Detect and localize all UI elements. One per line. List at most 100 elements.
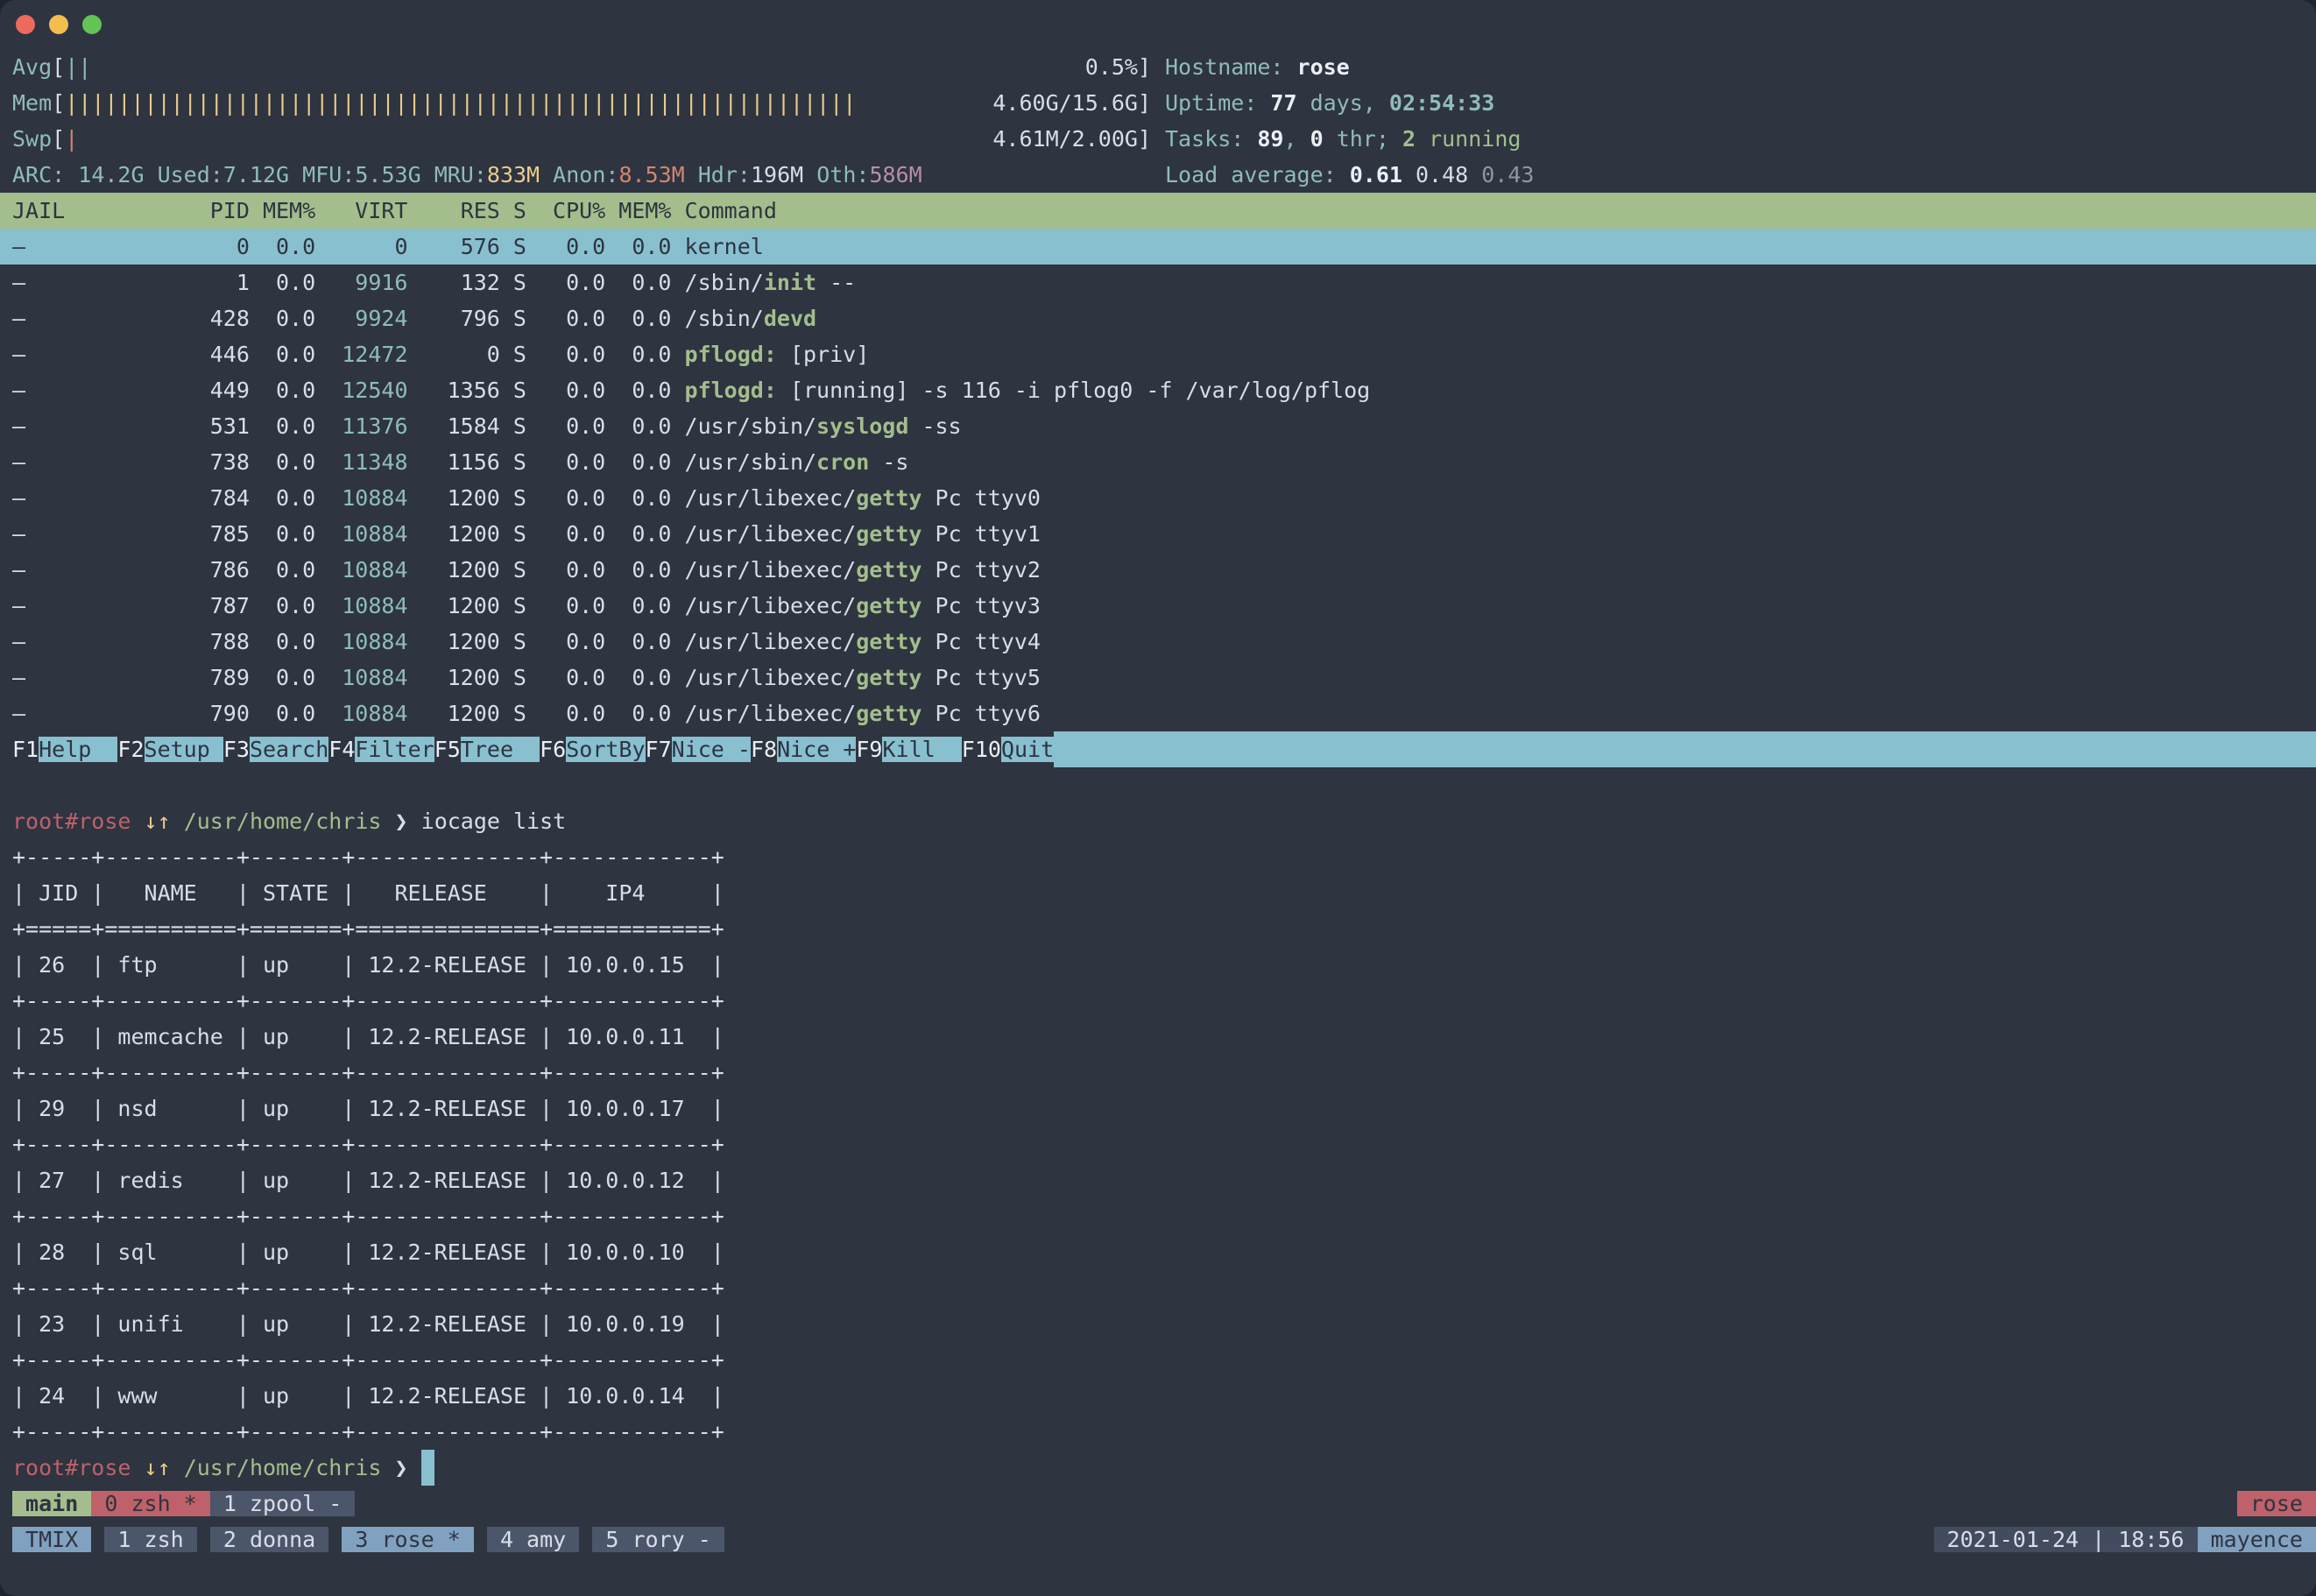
process-row[interactable]: –4280.09924796S0.00.0/sbin/devd <box>0 300 2316 336</box>
status-segment[interactable] <box>197 1527 210 1552</box>
column-header-res[interactable]: RES <box>408 193 500 229</box>
process-row[interactable]: –7850.0108841200S0.00.0/usr/libexec/gett… <box>0 516 2316 552</box>
shell-output: root#rose ↓↑ /usr/home/chris ❯ iocage li… <box>0 767 2316 1486</box>
pid-cell: 786 <box>65 552 250 588</box>
status-segment[interactable]: TMIX <box>12 1527 91 1552</box>
status-segment[interactable] <box>91 1527 104 1552</box>
state-cell: S <box>500 300 526 336</box>
column-header-s[interactable]: S <box>500 193 526 229</box>
status-segment[interactable]: main <box>12 1491 91 1516</box>
res-cell: 1200 <box>408 552 500 588</box>
status-segment[interactable]: 1 zsh <box>104 1527 196 1552</box>
jail-table-text: | 28 | sql | up | 12.2-RELEASE | 10.0.0.… <box>12 1234 724 1270</box>
process-row[interactable]: –5310.0113761584S0.00.0/usr/sbin/syslogd… <box>0 408 2316 444</box>
column-header-pid[interactable]: PID <box>65 193 250 229</box>
virt-cell: 10884 <box>315 660 407 696</box>
column-header-jail[interactable]: JAIL <box>12 193 65 229</box>
command-args: Pc ttyv2 <box>921 557 1040 583</box>
fkey-f4[interactable]: F4Filter <box>328 731 434 767</box>
status-segment[interactable]: 3 rose * <box>342 1527 474 1552</box>
process-row[interactable]: –7380.0113481156S0.00.0/usr/sbin/cron -s <box>0 444 2316 480</box>
column-header-mempct[interactable]: MEM% <box>605 193 671 229</box>
jail-table-text: +-----+----------+-------+--------------… <box>12 1055 724 1091</box>
fkey-f5[interactable]: F5Tree <box>434 731 540 767</box>
command-cell: /sbin/init -- <box>671 265 2316 300</box>
fkey-label: Search <box>250 737 328 762</box>
res-cell: 1200 <box>408 696 500 731</box>
pid-cell: 0 <box>65 229 250 265</box>
process-row[interactable]: –7890.0108841200S0.00.0/usr/libexec/gett… <box>0 660 2316 696</box>
fkey-f3[interactable]: F3Search <box>223 731 328 767</box>
status-segment[interactable]: mayence <box>2198 1527 2316 1552</box>
state-cell: S <box>500 336 526 372</box>
command-basename: devd <box>764 306 816 331</box>
jail-table-line: | JID | NAME | STATE | RELEASE | IP4 | <box>0 875 2316 911</box>
column-header-command[interactable]: Command <box>671 193 2316 229</box>
column-header-cpupct[interactable]: CPU% <box>526 193 605 229</box>
jail-cell: – <box>12 660 65 696</box>
process-row[interactable]: –7860.0108841200S0.00.0/usr/libexec/gett… <box>0 552 2316 588</box>
process-row[interactable]: –00.00576S0.00.0kernel <box>0 229 2316 265</box>
arc-segment: 5.53G <box>355 157 420 193</box>
process-row[interactable]: –7870.0108841200S0.00.0/usr/libexec/gett… <box>0 588 2316 624</box>
pid-cell: 785 <box>65 516 250 552</box>
jail-table-line: +-----+----------+-------+--------------… <box>0 839 2316 875</box>
process-row[interactable]: –10.09916132S0.00.0/sbin/init -- <box>0 265 2316 300</box>
fkey-f10[interactable]: F10Quit <box>962 731 1054 767</box>
typed-command: iocage list <box>421 803 567 839</box>
virt-cell: 12540 <box>315 372 407 408</box>
status-segment[interactable] <box>474 1527 487 1552</box>
virt-cell: 10884 <box>315 696 407 731</box>
jail-table-text: | 25 | memcache | up | 12.2-RELEASE | 10… <box>12 1019 724 1055</box>
status-segment[interactable] <box>579 1527 592 1552</box>
jail-table-line: +-----+----------+-------+--------------… <box>0 1414 2316 1450</box>
cpu-pct-cell: 0.0 <box>526 265 605 300</box>
cursor-block[interactable] <box>421 1450 434 1486</box>
minimize-button[interactable] <box>49 15 68 34</box>
mem-pct-cell: 0.0 <box>250 265 315 300</box>
htop-info-line: Uptime: 77 days, 02:54:33 <box>1151 85 2316 121</box>
status-segment[interactable]: 5 rory - <box>592 1527 724 1552</box>
fkey-number: F10 <box>962 737 1001 762</box>
status-segment[interactable]: 4 amy <box>487 1527 579 1552</box>
fkey-label: Tree <box>461 737 540 762</box>
virt-cell: 10884 <box>315 480 407 516</box>
status-segment[interactable]: 0 zsh * <box>91 1491 209 1516</box>
jail-table-text: | 26 | ftp | up | 12.2-RELEASE | 10.0.0.… <box>12 947 724 983</box>
fkey-label: Nice + <box>777 737 856 762</box>
process-row[interactable]: –4490.0125401356S0.00.0pflogd: [running]… <box>0 372 2316 408</box>
process-row[interactable]: –7880.0108841200S0.00.0/usr/libexec/gett… <box>0 624 2316 660</box>
pid-cell: 787 <box>65 588 250 624</box>
fkey-f7[interactable]: F7Nice - <box>646 731 751 767</box>
status-segment[interactable]: 1 zpool - <box>210 1491 356 1516</box>
jail-table-line: | 28 | sql | up | 12.2-RELEASE | 10.0.0.… <box>0 1234 2316 1270</box>
mem2-pct-cell: 0.0 <box>605 408 671 444</box>
fkey-f9[interactable]: F9Kill <box>856 731 961 767</box>
status-segment[interactable]: 2021-01-24 | 18:56 <box>1934 1527 2198 1552</box>
state-cell: S <box>500 444 526 480</box>
command-basename: getty <box>856 485 921 511</box>
arc-segment: 833M <box>487 157 540 193</box>
fkey-f2[interactable]: F2Setup <box>117 731 222 767</box>
mem2-pct-cell: 0.0 <box>605 480 671 516</box>
info-segment: thr; <box>1324 126 1402 152</box>
process-row[interactable]: –7840.0108841200S0.00.0/usr/libexec/gett… <box>0 480 2316 516</box>
status-segment[interactable]: rose <box>2237 1491 2316 1516</box>
column-header-mempct[interactable]: MEM% <box>250 193 315 229</box>
cpu-pct-cell: 0.0 <box>526 229 605 265</box>
command-args: Pc ttyv6 <box>921 701 1040 726</box>
fkey-f8[interactable]: F8Nice + <box>751 731 856 767</box>
fkey-f1[interactable]: F1Help <box>12 731 117 767</box>
mem-pct-cell: 0.0 <box>250 229 315 265</box>
status-segment[interactable]: 2 donna <box>210 1527 328 1552</box>
process-row[interactable]: –7900.0108841200S0.00.0/usr/libexec/gett… <box>0 696 2316 731</box>
status-segment[interactable] <box>328 1527 342 1552</box>
state-cell: S <box>500 696 526 731</box>
virt-cell: 10884 <box>315 516 407 552</box>
process-row[interactable]: –4460.0124720S0.00.0pflogd: [priv] <box>0 336 2316 372</box>
close-button[interactable] <box>16 15 35 34</box>
column-header-virt[interactable]: VIRT <box>315 193 407 229</box>
info-segment: Hostname: <box>1165 54 1297 80</box>
zoom-button[interactable] <box>82 15 102 34</box>
fkey-f6[interactable]: F6SortBy <box>540 731 645 767</box>
